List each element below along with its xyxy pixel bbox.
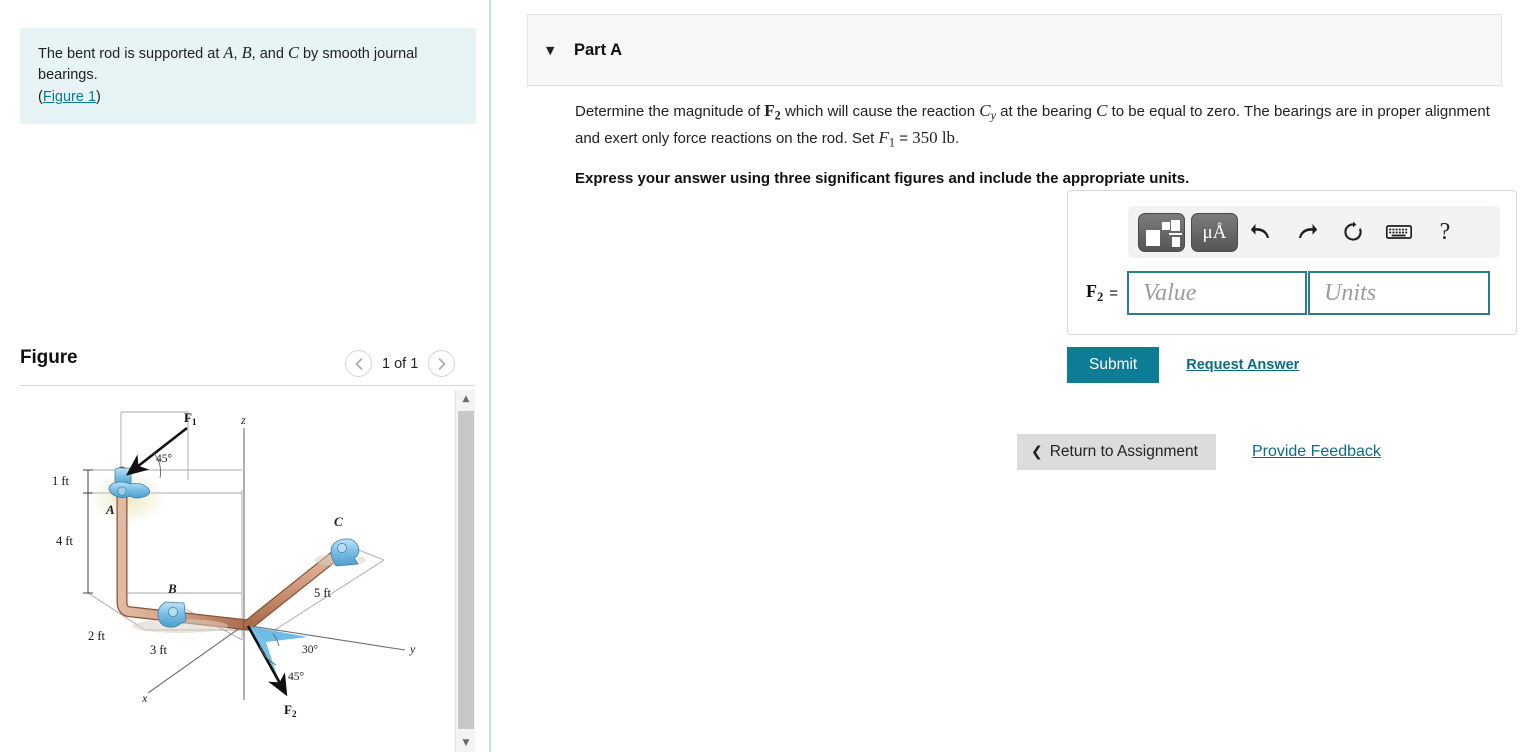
reset-glyph	[1344, 221, 1362, 241]
axis-label-y: y	[409, 642, 416, 656]
coordinate-axes	[147, 428, 406, 700]
dim-label-5ft: 5 ft	[314, 586, 332, 600]
q-f2: F2	[764, 101, 781, 123]
bearing-c	[330, 538, 360, 567]
figure-counter: 1 of 1	[382, 355, 419, 372]
q-t6: .	[955, 130, 960, 148]
footer-row: ❮ Return to Assignment Provide Feedback	[1017, 434, 1381, 470]
answer-fields-row: F2 = Value Units	[1086, 271, 1491, 315]
dim-label-4ft: 4 ft	[56, 534, 74, 548]
submit-button[interactable]: Submit	[1067, 347, 1160, 383]
question-block: Determine the magnitude of F2 which will…	[575, 98, 1505, 187]
math-template-icon[interactable]	[1138, 212, 1185, 252]
force-label-f2: F2	[284, 702, 297, 719]
point-label-b: B	[241, 43, 252, 62]
dim-label-3ft: 3 ft	[150, 643, 168, 657]
keyboard-icon[interactable]	[1376, 212, 1422, 252]
question-text: Determine the magnitude of F2 which will…	[575, 98, 1505, 153]
left-pane: The bent rod is supported at A, B, and C…	[0, 0, 489, 752]
q-val: 350	[912, 128, 938, 148]
undo-arrow-icon[interactable]	[1238, 212, 1284, 252]
units-mu-angstrom-icon[interactable]: μÅ	[1191, 212, 1238, 252]
chevron-right-icon	[438, 357, 446, 370]
request-answer-link[interactable]: Request Answer	[1186, 357, 1299, 373]
redo-arrow-icon[interactable]	[1284, 212, 1330, 252]
redo-glyph	[1299, 224, 1318, 238]
q-t3: at the bearing	[996, 103, 1097, 120]
scroll-down-arrow-icon[interactable]: ▼	[456, 734, 476, 752]
provide-feedback-link[interactable]: Provide Feedback	[1252, 443, 1381, 461]
q-f1: F1	[878, 128, 896, 150]
axis-label-x: x	[141, 691, 148, 705]
bent-rod-diagram: z y x A B C F1 45° F2 30° 45° 1 ft 4 ft …	[52, 410, 416, 719]
bearing-label-c: C	[334, 514, 343, 529]
paren-close: )	[96, 88, 101, 105]
point-label-c: C	[287, 43, 299, 62]
answer-variable-label: F2	[1086, 281, 1104, 304]
point-label-a: A	[223, 43, 234, 62]
q-units: lb	[941, 128, 956, 148]
answer-entry-panel: μÅ ? F2 = Value Units	[1067, 190, 1517, 335]
figure-navigation: 1 of 1	[345, 350, 456, 377]
dimension-1ft	[83, 469, 93, 494]
bearing-label-a: A	[105, 502, 115, 517]
dim-label-2ft: 2 ft	[88, 629, 106, 643]
statement-prefix: The bent rod is supported at	[38, 46, 224, 62]
figure-next-button[interactable]	[428, 350, 456, 377]
answer-instruction: Express your answer using three signific…	[575, 169, 1190, 187]
page-root: The bent rod is supported at A, B, and C…	[0, 0, 1522, 752]
return-to-assignment-button[interactable]: ❮ Return to Assignment	[1017, 434, 1216, 470]
right-pane: ▼ Part A Determine the magnitude of F2 w…	[491, 0, 1522, 752]
force-f1-arrow	[125, 426, 188, 476]
q-c2: C	[1096, 101, 1108, 120]
scroll-up-arrow-icon[interactable]: ▲	[456, 390, 476, 408]
figure-1-link[interactable]: Figure 1	[43, 89, 96, 105]
dimension-4ft	[83, 492, 93, 594]
q-t1: Determine the magnitude of	[575, 103, 765, 120]
problem-statement-text: The bent rod is supported at A, B, and C…	[38, 43, 417, 83]
q-cy: Cy	[979, 101, 997, 123]
units-input[interactable]: Units	[1308, 271, 1491, 315]
submit-row: Submit Request Answer	[1067, 347, 1299, 383]
value-input[interactable]: Value	[1127, 271, 1308, 315]
figure-section-title: Figure	[20, 347, 78, 368]
part-a-header[interactable]: ▼ Part A	[527, 14, 1502, 86]
q-t2: which will cause the reaction	[780, 103, 980, 120]
reset-circular-arrow-icon[interactable]	[1330, 212, 1376, 252]
scrollbar-thumb[interactable]	[458, 411, 474, 729]
angle-label-30: 30°	[302, 644, 319, 656]
dim-label-1ft: 1 ft	[52, 474, 70, 488]
comma-2: , and	[251, 46, 288, 62]
figure-prev-button[interactable]	[345, 350, 372, 377]
angle-label-45-bottom: 45°	[288, 671, 305, 683]
undo-glyph	[1250, 224, 1269, 238]
angle-label-45-top: 45°	[156, 453, 173, 465]
comma-1: ,	[233, 46, 242, 62]
bearing-label-b: B	[167, 581, 177, 596]
math-toolbar: μÅ ?	[1128, 206, 1500, 258]
equals-sign: =	[1109, 284, 1119, 302]
figure-divider	[20, 385, 475, 386]
figure-scrollbar[interactable]: ▲ ▼	[455, 390, 475, 752]
axis-label-z: z	[240, 413, 246, 427]
chevron-left-icon: ❮	[1031, 444, 1043, 460]
problem-statement-box: The bent rod is supported at A, B, and C…	[20, 28, 476, 124]
return-label: Return to Assignment	[1049, 443, 1198, 460]
figure-viewport: z y x A B C F1 45° F2 30° 45° 1 ft 4 ft …	[20, 390, 475, 752]
chevron-left-icon	[355, 357, 362, 370]
force-label-f1: F1	[184, 410, 197, 427]
caret-down-icon[interactable]: ▼	[546, 44, 560, 57]
question-mark-icon[interactable]: ?	[1422, 212, 1468, 252]
keyboard-glyph	[1386, 225, 1412, 239]
q-t5: =	[895, 130, 913, 148]
bearing-b	[157, 601, 187, 628]
part-a-title: Part A	[574, 40, 622, 59]
